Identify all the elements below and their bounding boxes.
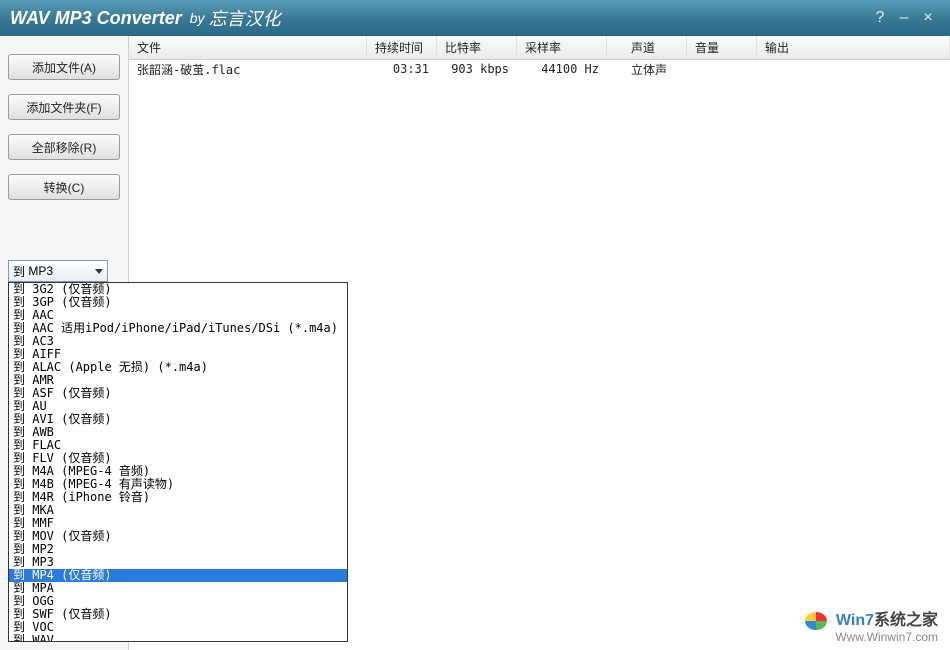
title-brand: 忘言汉化 [209, 5, 281, 31]
cell-duration: 03:31 [367, 62, 437, 76]
cell-bitrate: 903 kbps [437, 62, 517, 76]
minimize-button[interactable]: – [892, 9, 916, 27]
col-file[interactable]: 文件 [129, 36, 367, 59]
format-option[interactable]: 到 MP4 (仅音频) [9, 569, 347, 582]
help-button[interactable]: ? [868, 9, 892, 27]
col-channel[interactable]: 声道 [607, 36, 687, 59]
table-row[interactable]: 张韶涵-破茧.flac 03:31 903 kbps 44100 Hz 立体声 [129, 60, 950, 78]
format-option[interactable]: 到 ASF (仅音频) [9, 387, 347, 400]
col-duration[interactable]: 持续时间 [367, 36, 437, 59]
col-bitrate[interactable]: 比特率 [437, 36, 517, 59]
format-option[interactable]: 到 3GP (仅音频) [9, 296, 347, 309]
format-option[interactable]: 到 ALAC (Apple 无损) (*.m4a) [9, 361, 347, 374]
format-dropdown[interactable]: 到 3G2 (仅音频)到 3GP (仅音频)到 AAC到 AAC 适用iPod/… [8, 282, 348, 642]
format-option[interactable]: 到 SWF (仅音频) [9, 608, 347, 621]
format-option[interactable]: 到 WAV [9, 634, 347, 642]
format-option[interactable]: 到 MOV (仅音频) [9, 530, 347, 543]
col-volume[interactable]: 音量 [687, 36, 757, 59]
format-option[interactable]: 到 M4R (iPhone 铃音) [9, 491, 347, 504]
chevron-down-icon [95, 269, 103, 274]
format-option[interactable]: 到 MP2 [9, 543, 347, 556]
convert-button[interactable]: 转换(C) [8, 174, 120, 200]
title-by: by [190, 10, 205, 26]
table-header: 文件 持续时间 比特率 采样率 声道 音量 输出 [129, 36, 950, 60]
col-output[interactable]: 输出 [757, 36, 950, 59]
add-folder-button[interactable]: 添加文件夹(F) [8, 94, 120, 120]
format-option[interactable]: 到 AVI (仅音频) [9, 413, 347, 426]
format-value: MP3 [28, 264, 53, 278]
format-option[interactable]: 到 MKA [9, 504, 347, 517]
add-file-button[interactable]: 添加文件(A) [8, 54, 120, 80]
close-button[interactable]: × [916, 9, 940, 27]
remove-all-button[interactable]: 全部移除(R) [8, 134, 120, 160]
format-prefix: 到 [13, 263, 25, 280]
cell-samplerate: 44100 Hz [517, 62, 607, 76]
format-option[interactable]: 到 VOC [9, 621, 347, 634]
app-title: WAV MP3 Converter [10, 8, 182, 29]
format-combobox[interactable]: 到 MP3 [8, 260, 108, 282]
format-option[interactable]: 到 MPA [9, 582, 347, 595]
cell-file: 张韶涵-破茧.flac [129, 61, 367, 78]
cell-channel: 立体声 [607, 61, 687, 78]
col-samplerate[interactable]: 采样率 [517, 36, 607, 59]
format-option[interactable]: 到 AAC 适用iPod/iPhone/iPad/iTunes/DSi (*.m… [9, 322, 347, 335]
titlebar: WAV MP3 Converter by 忘言汉化 ? – × [0, 0, 950, 36]
